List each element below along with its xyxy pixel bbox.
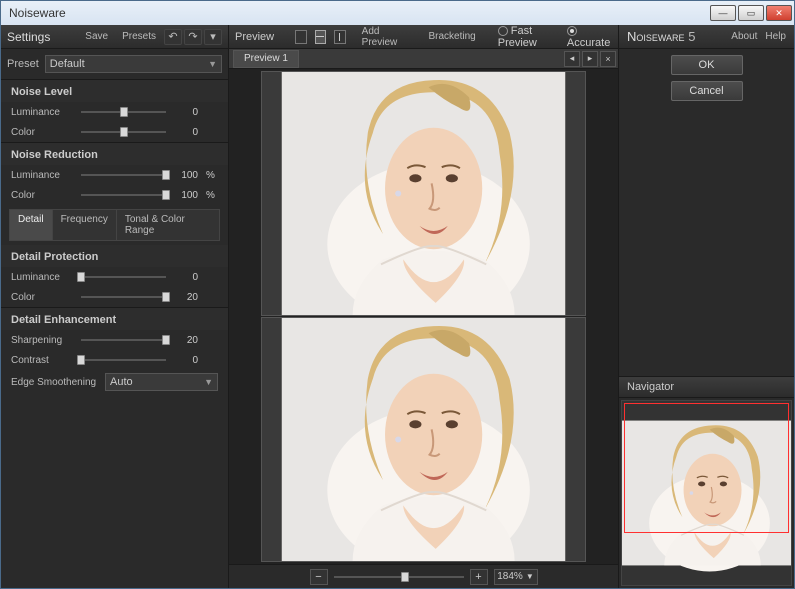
preview-title: Preview <box>235 31 274 43</box>
zoom-in-button[interactable]: + <box>470 569 488 585</box>
accurate-radio[interactable]: Accurate <box>567 25 612 49</box>
chevron-down-icon: ▼ <box>526 572 534 581</box>
nr-luminance-slider[interactable] <box>81 168 166 182</box>
preview-after-image <box>262 318 585 561</box>
right-panel: Noiseware 5 About Help OK Cancel Navigat… <box>618 25 794 588</box>
dp-color-label: Color <box>11 292 73 303</box>
de-contrast-slider[interactable] <box>81 353 166 367</box>
settings-title: Settings <box>7 30 77 44</box>
maximize-button[interactable]: ▭ <box>738 5 764 21</box>
undo-icon[interactable]: ↶ <box>164 29 182 45</box>
presets-button[interactable]: Presets <box>116 28 162 45</box>
edge-value: Auto <box>110 376 133 388</box>
preview-before[interactable] <box>261 71 586 316</box>
noise-level-color-label: Color <box>11 127 73 138</box>
preview-panel: Preview Add Preview Bracketing Fast Prev… <box>229 25 618 588</box>
noise-level-luminance-label: Luminance <box>11 107 73 118</box>
preset-label: Preset <box>7 58 39 70</box>
settings-panel: Settings Save Presets ↶ ↷ ▾ Preset Defau… <box>1 25 229 588</box>
noise-level-luminance-slider[interactable] <box>81 105 166 119</box>
nr-color-slider[interactable] <box>81 188 166 202</box>
cancel-button[interactable]: Cancel <box>671 81 743 101</box>
preset-select[interactable]: Default ▼ <box>45 55 222 73</box>
de-edge-label: Edge Smoothening <box>11 377 97 388</box>
redo-icon[interactable]: ↷ <box>184 29 202 45</box>
minimize-button[interactable]: — <box>710 5 736 21</box>
de-sharpening-slider[interactable] <box>81 333 166 347</box>
dp-color-slider[interactable] <box>81 290 166 304</box>
tab-frequency[interactable]: Frequency <box>53 209 117 241</box>
view-single-icon[interactable] <box>295 30 307 44</box>
de-sharpening-value: 20 <box>174 335 198 346</box>
chevron-down-icon: ▼ <box>204 377 213 387</box>
zoom-value[interactable]: 184%▼ <box>494 569 538 585</box>
view-split-h-icon[interactable] <box>315 30 327 44</box>
brand-name: Noiseware 5 <box>627 29 695 44</box>
nr-luminance-label: Luminance <box>11 170 73 181</box>
menu-chevron-icon[interactable]: ▾ <box>204 29 222 45</box>
de-sharpening-label: Sharpening <box>11 335 73 346</box>
save-button[interactable]: Save <box>79 28 114 45</box>
zoom-out-button[interactable]: − <box>310 569 328 585</box>
titlebar-text: Noiseware <box>9 6 66 20</box>
prev-tab-icon[interactable]: ◂ <box>564 51 580 67</box>
nr-color-label: Color <box>11 190 73 201</box>
titlebar: Noiseware — ▭ ✕ <box>1 1 794 25</box>
about-link[interactable]: About <box>731 31 757 42</box>
app-window: Noiseware — ▭ ✕ Settings Save Presets ↶ … <box>0 0 795 589</box>
dp-luminance-value: 0 <box>174 272 198 283</box>
dp-color-value: 20 <box>174 292 198 303</box>
ok-button[interactable]: OK <box>671 55 743 75</box>
section-noise-reduction: Noise Reduction <box>1 142 228 165</box>
dp-luminance-slider[interactable] <box>81 270 166 284</box>
preset-value: Default <box>50 58 85 70</box>
add-preview-button[interactable]: Add Preview <box>356 23 413 51</box>
nr-luminance-value: 100 <box>174 170 198 181</box>
close-tab-icon[interactable]: × <box>600 51 616 67</box>
chevron-down-icon: ▼ <box>208 59 217 69</box>
view-split-v-icon[interactable] <box>334 30 346 44</box>
de-contrast-label: Contrast <box>11 355 73 366</box>
tab-detail[interactable]: Detail <box>9 209 53 241</box>
preview-area <box>229 69 618 564</box>
navigator-panel[interactable] <box>621 400 792 586</box>
noise-level-color-value: 0 <box>174 127 198 138</box>
bracketing-button[interactable]: Bracketing <box>423 28 482 45</box>
section-noise-level: Noise Level <box>1 79 228 102</box>
noise-level-color-slider[interactable] <box>81 125 166 139</box>
navigator-viewport-rect[interactable] <box>624 403 789 533</box>
section-detail-enhancement: Detail Enhancement <box>1 307 228 330</box>
help-link[interactable]: Help <box>765 31 786 42</box>
close-button[interactable]: ✕ <box>766 5 792 21</box>
detail-tabs: Detail Frequency Tonal & Color Range <box>9 209 220 241</box>
fast-preview-radio[interactable]: Fast Preview <box>498 25 559 49</box>
noise-level-luminance-value: 0 <box>174 107 198 118</box>
section-detail-protection: Detail Protection <box>1 245 228 267</box>
de-contrast-value: 0 <box>174 355 198 366</box>
dp-luminance-label: Luminance <box>11 272 73 283</box>
tab-tonal[interactable]: Tonal & Color Range <box>117 209 220 241</box>
nr-color-value: 100 <box>174 190 198 201</box>
next-tab-icon[interactable]: ▸ <box>582 51 598 67</box>
edge-smoothening-select[interactable]: Auto ▼ <box>105 373 218 391</box>
zoom-slider[interactable] <box>334 570 464 584</box>
navigator-title: Navigator <box>619 376 794 398</box>
preview-tab-1[interactable]: Preview 1 <box>233 50 299 68</box>
preview-before-image <box>262 72 585 315</box>
preview-after[interactable] <box>261 317 586 562</box>
